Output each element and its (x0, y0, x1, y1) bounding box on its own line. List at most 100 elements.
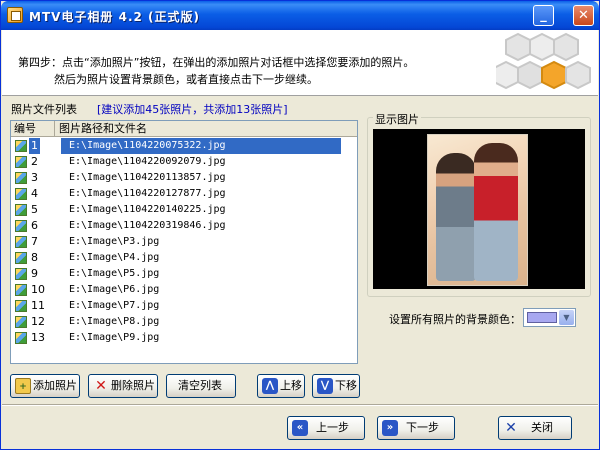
row-file-path: E:\Image\1104220127877.jpg (69, 188, 226, 199)
image-file-icon (15, 252, 27, 264)
close-x-icon: ✕ (505, 420, 517, 436)
step-instruction-line-2: 然后为照片设置背景颜色，或者直接点击下一步继续。 (54, 73, 318, 86)
preview-photo (427, 134, 528, 286)
list-item[interactable]: 6 E:\Image\1104220319846.jpg (11, 218, 357, 234)
row-number: 10 (31, 283, 45, 296)
previous-step-label: 上一步 (316, 421, 349, 434)
image-file-icon (15, 332, 27, 344)
image-file-icon (15, 172, 27, 184)
row-number: 7 (31, 235, 38, 248)
image-file-icon (15, 284, 27, 296)
column-header-path[interactable]: 图片路径和文件名 (55, 121, 357, 137)
row-number: 11 (31, 299, 45, 312)
clear-list-label: 清空列表 (178, 379, 222, 392)
photo-list-title: 照片文件列表 (11, 103, 77, 116)
row-file-path: E:\Image\1104220319846.jpg (69, 220, 226, 231)
row-file-path: E:\Image\P8.jpg (69, 316, 160, 327)
list-item[interactable]: 11 E:\Image\P7.jpg (11, 298, 357, 314)
app-window: MTV电子相册 4.2 (正式版) _ ✕ 第四步：点击“添加照片”按钮，在弹出… (0, 0, 600, 450)
row-file-path: E:\Image\P4.jpg (69, 252, 160, 263)
list-rows: 1 E:\Image\1104220075322.jpg 2 E:\Image\110… (11, 138, 357, 346)
image-file-icon (15, 316, 27, 328)
image-file-icon (15, 204, 27, 216)
image-file-icon (15, 300, 27, 312)
list-item[interactable]: 2 E:\Image\1104220092079.jpg (11, 154, 357, 170)
move-down-button[interactable]: ⋁ 下移 (312, 374, 360, 398)
image-file-icon (15, 220, 27, 232)
row-number: 6 (31, 219, 38, 232)
hexagon-logo-icon (496, 32, 591, 90)
next-step-label: 下一步 (406, 421, 439, 434)
image-file-icon (15, 156, 27, 168)
close-window-button[interactable]: ✕ (573, 5, 594, 26)
list-item[interactable]: 1 E:\Image\1104220075322.jpg (11, 138, 357, 154)
instruction-header: 第四步：点击“添加照片”按钮，在弹出的添加照片对话框中选择您要添加的照片。 然后… (2, 30, 598, 96)
next-step-button[interactable]: » 下一步 (377, 416, 455, 440)
row-number: 3 (31, 171, 38, 184)
row-number: 9 (31, 267, 38, 280)
color-swatch (527, 312, 557, 323)
list-item[interactable]: 13 E:\Image\P9.jpg (11, 330, 357, 346)
move-up-label: 上移 (280, 379, 302, 392)
background-color-label: 设置所有照片的背景颜色： (389, 313, 521, 326)
image-file-icon (15, 140, 27, 152)
image-file-icon (15, 236, 27, 248)
image-file-icon (15, 268, 27, 280)
row-file-path: E:\Image\P7.jpg (69, 300, 160, 311)
window-title: MTV电子相册 4.2 (正式版) (29, 10, 200, 24)
background-color-dropdown[interactable]: ▼ (523, 308, 576, 327)
close-label: 关闭 (531, 421, 553, 434)
row-file-path: E:\Image\P5.jpg (69, 268, 160, 279)
previous-step-button[interactable]: « 上一步 (287, 416, 365, 440)
list-item[interactable]: 4 E:\Image\1104220127877.jpg (11, 186, 357, 202)
app-icon (7, 7, 23, 23)
row-file-path: E:\Image\1104220113857.jpg (69, 172, 226, 183)
close-button[interactable]: ✕ 关闭 (498, 416, 572, 440)
row-number: 8 (31, 251, 38, 264)
add-photo-label: 添加照片 (33, 379, 77, 392)
footer-divider (2, 404, 598, 406)
step-instruction-line-1: 第四步：点击“添加照片”按钮，在弹出的添加照片对话框中选择您要添加的照片。 (18, 56, 415, 69)
image-file-icon (15, 188, 27, 200)
photo-list-hint: [建议添加45张照片，共添加13张照片] (97, 103, 288, 116)
column-header-number[interactable]: 编号 (11, 121, 55, 137)
row-file-path: E:\Image\P6.jpg (69, 284, 160, 295)
delete-photo-label: 删除照片 (111, 379, 155, 392)
list-item[interactable]: 10 E:\Image\P6.jpg (11, 282, 357, 298)
folder-add-icon: + (15, 378, 31, 394)
row-number: 13 (31, 331, 45, 344)
move-up-button[interactable]: ⋀ 上移 (257, 374, 305, 398)
row-file-path: E:\Image\1104220075322.jpg (61, 138, 341, 154)
list-header: 编号 图片路径和文件名 (11, 121, 357, 137)
row-number: 12 (31, 315, 45, 328)
title-bar[interactable]: MTV电子相册 4.2 (正式版) _ ✕ (1, 1, 599, 30)
row-number: 4 (31, 187, 38, 200)
add-photo-button[interactable]: + 添加照片 (10, 374, 80, 398)
row-number: 1 (29, 138, 40, 154)
double-chevron-left-icon: « (292, 420, 308, 436)
chevron-down-icon[interactable]: ▼ (559, 310, 574, 325)
list-item[interactable]: 9 E:\Image\P5.jpg (11, 266, 357, 282)
row-file-path: E:\Image\P9.jpg (69, 332, 160, 343)
clear-list-button[interactable]: 清空列表 (166, 374, 236, 398)
list-item[interactable]: 7 E:\Image\P3.jpg (11, 234, 357, 250)
list-item[interactable]: 5 E:\Image\1104220140225.jpg (11, 202, 357, 218)
list-item[interactable]: 3 E:\Image\1104220113857.jpg (11, 170, 357, 186)
row-file-path: E:\Image\1104220140225.jpg (69, 204, 226, 215)
double-chevron-up-icon: ⋀ (262, 378, 278, 394)
list-item[interactable]: 12 E:\Image\P8.jpg (11, 314, 357, 330)
delete-x-icon: ✕ (95, 378, 107, 394)
photo-figure-left (436, 153, 476, 281)
double-chevron-down-icon: ⋁ (317, 378, 333, 394)
row-file-path: E:\Image\1104220092079.jpg (69, 156, 226, 167)
move-down-label: 下移 (335, 379, 357, 392)
photo-figure-right (474, 143, 518, 281)
row-file-path: E:\Image\P3.jpg (69, 236, 160, 247)
preview-group-label: 显示图片 (373, 111, 421, 127)
double-chevron-right-icon: » (382, 420, 398, 436)
list-item[interactable]: 8 E:\Image\P4.jpg (11, 250, 357, 266)
row-number: 2 (31, 155, 38, 168)
photo-file-list[interactable]: 编号 图片路径和文件名 1 E:\Image\1104220075322.jpg 2… (10, 120, 358, 364)
minimize-button[interactable]: _ (533, 5, 554, 26)
delete-photo-button[interactable]: ✕ 删除照片 (88, 374, 158, 398)
